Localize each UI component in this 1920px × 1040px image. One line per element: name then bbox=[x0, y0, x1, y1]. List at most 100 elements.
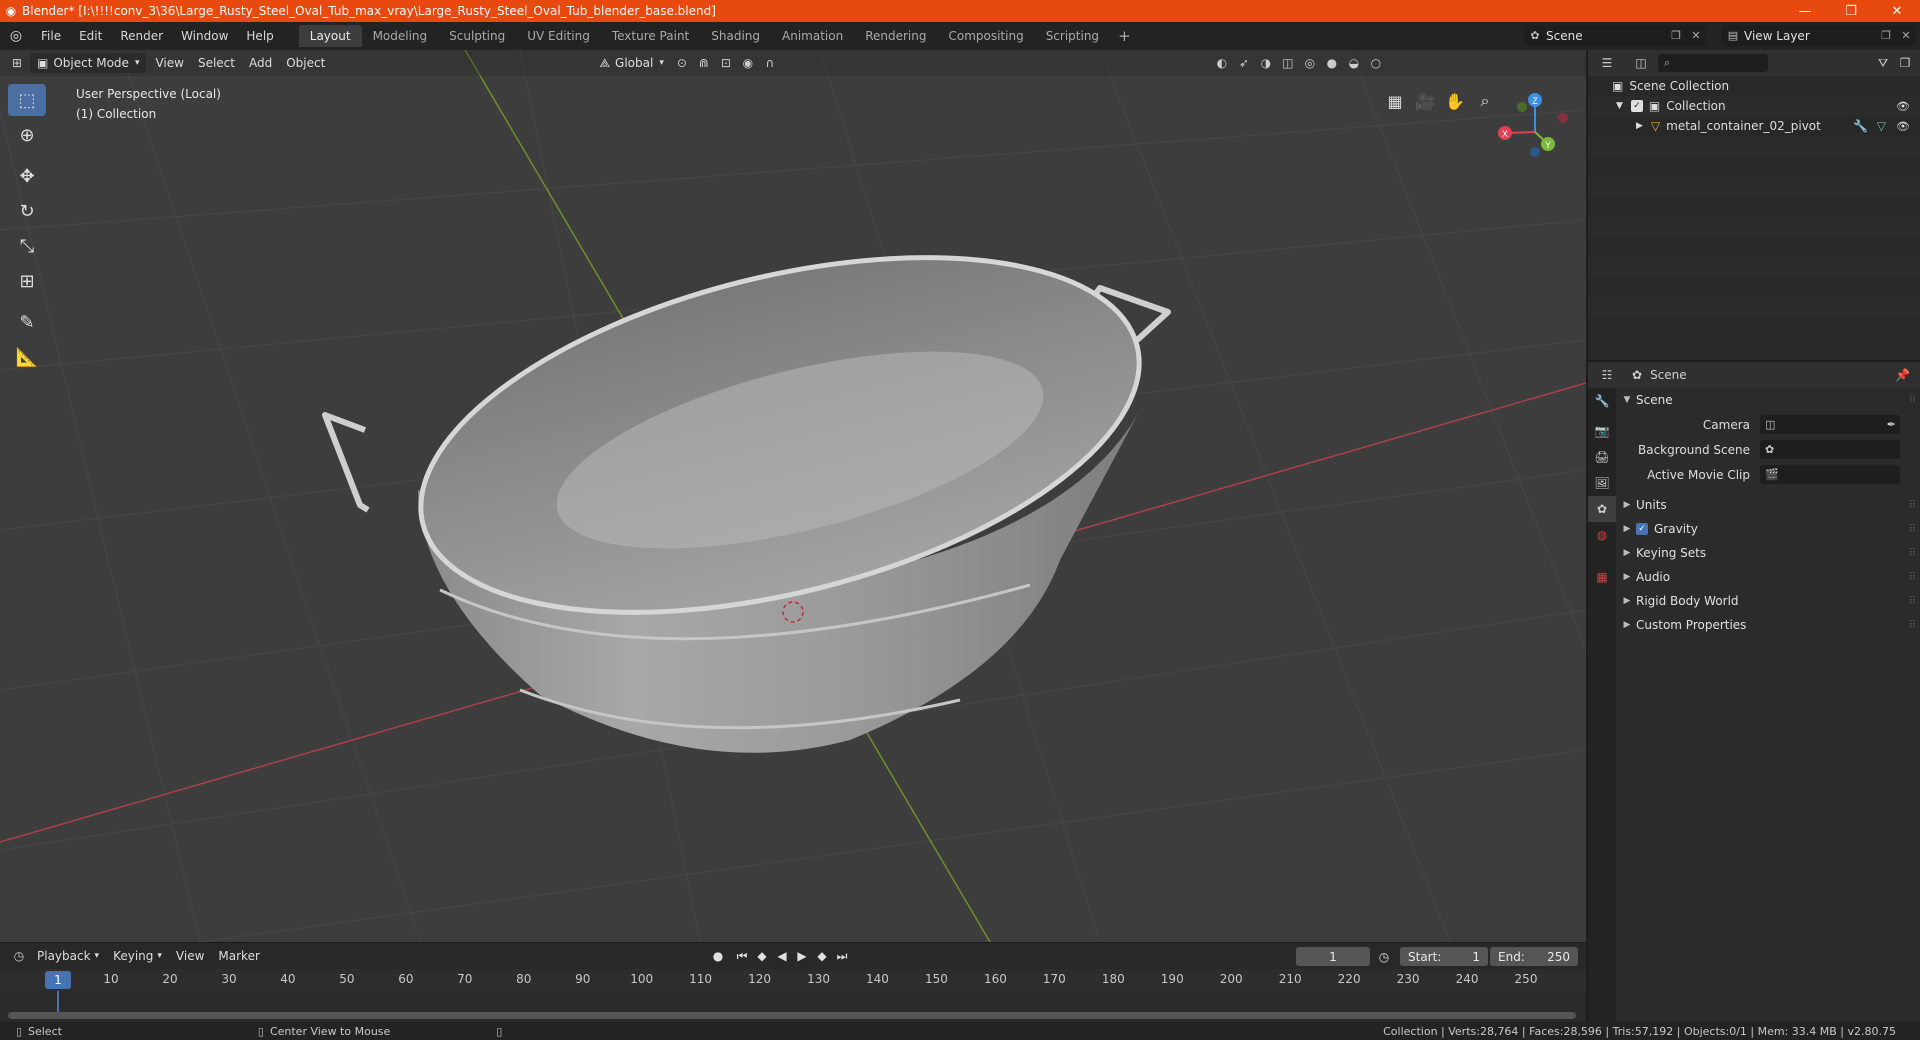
camera-view-icon[interactable]: 🎥 bbox=[1410, 86, 1440, 116]
gizmo-x-label[interactable]: X bbox=[1502, 129, 1508, 139]
jump-end-icon[interactable]: ⏭ bbox=[832, 946, 852, 966]
collection-exclude-checkbox[interactable]: ✓ bbox=[1630, 100, 1643, 112]
gravity-panel-header[interactable]: ▶ ✓ Gravity ⠿ bbox=[1618, 517, 1920, 541]
timeline-scrollbar[interactable] bbox=[8, 1012, 1576, 1019]
close-button[interactable]: ✕ bbox=[1874, 0, 1920, 22]
move-tool-icon[interactable]: ✥ bbox=[8, 160, 46, 192]
proportional-edit-icon[interactable]: ◉ bbox=[737, 53, 759, 73]
tool-tab-icon[interactable]: 🔧 bbox=[1588, 388, 1616, 414]
tab-modeling[interactable]: Modeling bbox=[362, 25, 439, 47]
timeline-body[interactable] bbox=[0, 991, 1586, 1023]
render-tab-icon[interactable]: 📷 bbox=[1588, 418, 1616, 444]
new-view-layer-icon[interactable]: ❐ bbox=[1876, 29, 1896, 42]
outliner-row-collection[interactable]: ▼ ✓ ▣ Collection 👁 bbox=[1588, 96, 1920, 116]
scene-panel-header[interactable]: ▼ Scene ⠿ bbox=[1618, 388, 1920, 412]
tab-texture-paint[interactable]: Texture Paint bbox=[601, 25, 700, 47]
record-icon[interactable]: ● bbox=[708, 946, 728, 966]
oval-tub-model[interactable] bbox=[322, 193, 1175, 753]
expand-arrow-icon[interactable]: ▼ bbox=[1616, 101, 1623, 111]
properties-editor-type-icon[interactable]: ☷ bbox=[1596, 365, 1618, 385]
wireframe-shading-icon[interactable]: ◎ bbox=[1299, 53, 1321, 73]
navigation-gizmo[interactable]: Z X Y bbox=[1498, 93, 1568, 157]
menu-file[interactable]: File bbox=[32, 22, 70, 50]
texture-tab-icon[interactable]: ▦ bbox=[1588, 564, 1616, 590]
scene-selector[interactable]: ✿ Scene ❐ ✕ bbox=[1524, 25, 1706, 46]
delete-view-layer-icon[interactable]: ✕ bbox=[1896, 29, 1916, 42]
playhead-frame[interactable]: 1 bbox=[45, 971, 71, 989]
play-reverse-icon[interactable]: ◀ bbox=[772, 946, 792, 966]
menu-timeline-view[interactable]: View bbox=[169, 946, 211, 966]
menu-render[interactable]: Render bbox=[111, 22, 172, 50]
view-layer-name[interactable]: View Layer bbox=[1744, 29, 1876, 43]
pivot-point-icon[interactable]: ⊙ bbox=[671, 53, 693, 73]
tab-uv-editing[interactable]: UV Editing bbox=[516, 25, 601, 47]
menu-keying[interactable]: Keying ▾ bbox=[106, 946, 169, 966]
tab-layout[interactable]: Layout bbox=[298, 25, 362, 47]
annotate-tool-icon[interactable]: ✎ bbox=[8, 306, 46, 338]
zoom-view-icon[interactable]: ⌕ bbox=[1470, 86, 1500, 116]
snap-icon[interactable]: ⋒ bbox=[693, 53, 715, 73]
gizmo-toggle-icon[interactable]: ➶ bbox=[1233, 53, 1255, 73]
menu-add[interactable]: Add bbox=[242, 53, 279, 73]
view-layer-selector[interactable]: ▤ View Layer ❐ ✕ bbox=[1722, 25, 1916, 46]
editor-type-icon[interactable]: ⊞ bbox=[6, 53, 28, 73]
menu-marker[interactable]: Marker bbox=[211, 946, 266, 966]
clock-icon[interactable]: ◷ bbox=[1374, 947, 1394, 967]
rigid-body-world-panel-header[interactable]: ▶ Rigid Body World ⠿ bbox=[1618, 589, 1920, 613]
start-frame-field[interactable]: Start: 1 bbox=[1400, 947, 1488, 966]
eye-icon[interactable]: 👁 bbox=[1896, 120, 1910, 133]
display-mode-icon[interactable]: ◫ bbox=[1630, 53, 1652, 73]
tab-shading[interactable]: Shading bbox=[700, 25, 771, 47]
overlay-toggle-icon[interactable]: ◑ bbox=[1255, 53, 1277, 73]
transform-orientation-selector[interactable]: ⟁ Global ▾ bbox=[592, 53, 671, 73]
audio-panel-header[interactable]: ▶ Audio ⠿ bbox=[1618, 565, 1920, 589]
blender-logo-icon[interactable]: ◎ bbox=[0, 28, 32, 44]
outliner-search-input[interactable]: ⌕ bbox=[1658, 54, 1768, 72]
scene-name[interactable]: Scene bbox=[1546, 29, 1666, 43]
mode-selector[interactable]: ▣ Object Mode ▾ bbox=[30, 53, 147, 73]
view-layer-tab-icon[interactable]: 🖼 bbox=[1588, 470, 1616, 496]
current-frame-field[interactable]: 1 bbox=[1296, 947, 1370, 966]
menu-object[interactable]: Object bbox=[279, 53, 332, 73]
output-tab-icon[interactable]: 🖨 bbox=[1588, 444, 1616, 470]
xray-toggle-icon[interactable]: ◫ bbox=[1277, 53, 1299, 73]
pin-icon[interactable]: 📌 bbox=[1895, 368, 1910, 382]
background-scene-field[interactable]: ✿ bbox=[1760, 440, 1900, 459]
panel-grip-icon[interactable]: ⠿ bbox=[1909, 395, 1916, 406]
rotate-tool-icon[interactable]: ↻ bbox=[8, 195, 46, 227]
panel-grip-icon[interactable]: ⠿ bbox=[1909, 548, 1916, 559]
menu-playback[interactable]: Playback ▾ bbox=[30, 946, 106, 966]
outliner-row-scene-collection[interactable]: ▣ Scene Collection bbox=[1588, 76, 1920, 96]
end-frame-field[interactable]: End: 250 bbox=[1490, 947, 1578, 966]
panel-grip-icon[interactable]: ⠿ bbox=[1909, 524, 1916, 535]
world-tab-icon[interactable]: ◍ bbox=[1588, 522, 1616, 548]
minimize-button[interactable]: — bbox=[1782, 0, 1828, 22]
menu-window[interactable]: Window bbox=[172, 22, 237, 50]
tab-sculpting[interactable]: Sculpting bbox=[438, 25, 516, 47]
scene-tab-icon[interactable]: ✿ bbox=[1588, 496, 1616, 522]
viewport-scene[interactable]: Z X Y bbox=[0, 50, 1586, 942]
jump-keyframe-forward-icon[interactable]: ◆ bbox=[812, 946, 832, 966]
delete-scene-icon[interactable]: ✕ bbox=[1686, 29, 1706, 42]
panel-grip-icon[interactable]: ⠿ bbox=[1909, 596, 1916, 607]
panel-grip-icon[interactable]: ⠿ bbox=[1909, 500, 1916, 511]
expand-arrow-icon[interactable]: ▶ bbox=[1636, 121, 1643, 131]
modifier-icon[interactable]: 🔧 bbox=[1853, 119, 1868, 133]
menu-select[interactable]: Select bbox=[191, 53, 242, 73]
3d-viewport[interactable]: Z X Y ⊞ ▣ Object Mode ▾ View Select Add … bbox=[0, 50, 1586, 942]
falloff-icon[interactable]: ∩ bbox=[759, 53, 781, 73]
units-panel-header[interactable]: ▶ Units ⠿ bbox=[1618, 493, 1920, 517]
keying-sets-panel-header[interactable]: ▶ Keying Sets ⠿ bbox=[1618, 541, 1920, 565]
camera-field[interactable]: ◫ ✒ bbox=[1760, 415, 1900, 434]
snap-target-icon[interactable]: ⊡ bbox=[715, 53, 737, 73]
maximize-button[interactable]: ❐ bbox=[1828, 0, 1874, 22]
timeline-editor-type-icon[interactable]: ◷ bbox=[8, 946, 30, 966]
outliner-row-object[interactable]: ▶ ▽ metal_container_02_pivot 🔧 ▽ 👁 bbox=[1588, 116, 1920, 136]
cursor-tool-icon[interactable]: ⊕ bbox=[8, 119, 46, 151]
mesh-data-icon[interactable]: ▽ bbox=[1877, 119, 1886, 133]
transform-tool-icon[interactable]: ⊞ bbox=[8, 265, 46, 297]
menu-edit[interactable]: Edit bbox=[70, 22, 111, 50]
gizmo-z-label[interactable]: Z bbox=[1532, 96, 1538, 106]
pan-view-icon[interactable]: ✋ bbox=[1440, 86, 1470, 116]
play-icon[interactable]: ▶ bbox=[792, 946, 812, 966]
